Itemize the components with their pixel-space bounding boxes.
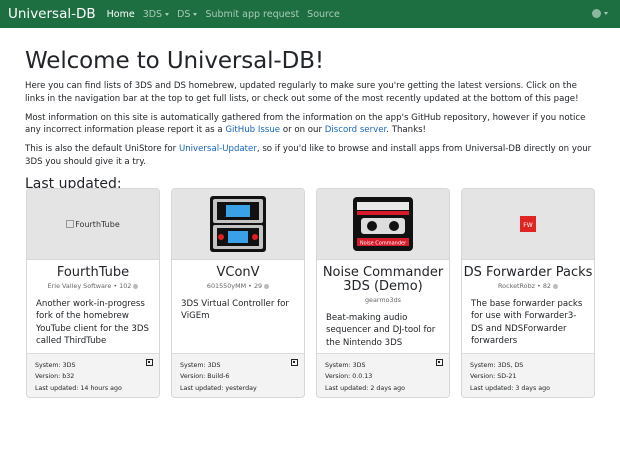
app-author: 601550yMM • 29 <box>172 282 304 290</box>
broken-image-icon <box>66 220 75 228</box>
nav-ds-label: DS <box>177 8 191 20</box>
brand-link[interactable]: Universal-DB <box>8 6 96 22</box>
image-alt-text: FourthTube <box>75 219 120 229</box>
3ds-console-icon <box>210 196 266 252</box>
nav-home[interactable]: Home <box>107 9 135 20</box>
app-last-updated: Last updated: yesterday <box>180 384 257 392</box>
app-meta: System: 3DS Version: b32 Last updated: 1… <box>27 353 159 397</box>
app-card[interactable]: Noise Commander Noise Commander 3DS (Dem… <box>316 188 450 398</box>
chevron-down-icon <box>165 12 170 16</box>
app-image: Noise Commander <box>317 189 449 260</box>
app-author: gearmo3ds <box>364 296 401 304</box>
app-description: Beat-making audio sequencer and DJ-tool … <box>326 313 436 348</box>
nav-source-label: Source <box>307 8 340 20</box>
navbar: Universal-DB Home 3DS DS Submit app requ… <box>0 0 620 28</box>
app-system: System: 3DS, DS <box>470 362 524 369</box>
app-system: System: 3DS <box>35 362 76 369</box>
app-last-updated: Last updated: 3 days ago <box>470 384 551 392</box>
app-system: System: 3DS <box>180 362 221 369</box>
chevron-down-icon <box>604 12 608 15</box>
app-title[interactable]: FourthTube <box>27 266 159 280</box>
info-text-2: or on our <box>280 125 325 136</box>
app-last-updated: Last updated: 2 days ago <box>325 384 406 392</box>
app-version: Version: 0.0.13 <box>325 373 373 381</box>
nav-3ds-label: 3DS <box>142 8 163 20</box>
app-card[interactable]: FourthTube FourthTube Erie Valley Softwa… <box>26 188 160 398</box>
app-author-text: RocketRobz • 82 <box>498 282 551 290</box>
main-content: Welcome to Universal-DB! Here you can fi… <box>25 28 597 193</box>
theme-dropdown[interactable] <box>592 9 608 18</box>
universal-updater-link[interactable]: Universal-Updater <box>179 144 257 154</box>
star-icon <box>552 283 558 289</box>
nav-home-label: Home <box>106 8 135 20</box>
app-meta: System: 3DS Version: 0.0.13 Last updated… <box>317 353 449 397</box>
app-description: The base forwarder packs for use with Fo… <box>471 299 583 346</box>
nav-3ds-dropdown[interactable]: 3DS <box>142 8 170 20</box>
theme-icon <box>592 9 601 18</box>
nav-source[interactable]: Source <box>307 9 340 20</box>
unistore-text-1: This is also the default UniStore for <box>25 144 179 155</box>
app-description: 3DS Virtual Controller for ViGEm <box>181 299 289 322</box>
app-version: Version: b32 <box>35 373 75 381</box>
app-author: RocketRobz • 82 <box>462 282 594 290</box>
app-description: Another work-in-progress fork of the hom… <box>36 299 149 346</box>
intro-paragraph: Here you can find lists of 3DS and DS ho… <box>25 81 579 104</box>
star-icon <box>133 283 139 289</box>
app-version: Version: Build-6 <box>180 373 230 381</box>
app-card[interactable]: FW DS Forwarder Packs RocketRobz • 82 Th… <box>461 188 595 398</box>
nav-ds-dropdown[interactable]: DS <box>177 8 198 20</box>
nav-submit-label: Submit app request <box>205 8 300 20</box>
chevron-down-icon <box>193 12 198 16</box>
nav-submit-app-request[interactable]: Submit app request <box>205 9 299 20</box>
qr-code-icon[interactable] <box>436 359 443 366</box>
app-image: FourthTube <box>27 189 159 260</box>
forwarder-icon-text: FW <box>523 222 532 229</box>
discord-server-link[interactable]: Discord server <box>325 125 386 135</box>
cassette-icon: Noise Commander <box>353 197 413 251</box>
app-meta: System: 3DS Version: Build-6 Last update… <box>172 353 304 397</box>
info-paragraph: Most information on this site is automat… <box>25 112 597 138</box>
app-title[interactable]: Noise Commander 3DS (Demo) <box>317 266 449 294</box>
app-author: Erie Valley Software • 102 <box>27 282 159 290</box>
app-version: Version: SD-21 <box>470 373 517 381</box>
app-author-text: Erie Valley Software • 102 <box>47 282 132 290</box>
qr-code-icon[interactable] <box>146 359 153 366</box>
app-image <box>172 189 304 260</box>
star-icon <box>264 283 270 289</box>
qr-code-icon[interactable] <box>291 359 298 366</box>
cassette-label: Noise Commander <box>360 241 407 247</box>
info-text-3: . Thanks! <box>386 125 427 136</box>
app-title[interactable]: VConV <box>172 266 304 280</box>
github-issue-link[interactable]: GitHub Issue <box>225 125 280 135</box>
app-last-updated: Last updated: 14 hours ago <box>35 384 122 392</box>
app-system: System: 3DS <box>325 362 366 369</box>
broken-image: FourthTube <box>66 220 120 229</box>
app-meta: System: 3DS, DS Version: SD-21 Last upda… <box>462 353 594 397</box>
app-author-text: 601550yMM • 29 <box>206 282 263 290</box>
page-title: Welcome to Universal-DB! <box>25 48 325 74</box>
unistore-paragraph: This is also the default UniStore for Un… <box>25 143 597 169</box>
forwarder-icon: FW <box>520 216 536 232</box>
app-title[interactable]: DS Forwarder Packs <box>462 266 594 280</box>
app-image: FW <box>462 189 594 260</box>
app-card[interactable]: VConV 601550yMM • 29 3DS Virtual Control… <box>171 188 305 398</box>
